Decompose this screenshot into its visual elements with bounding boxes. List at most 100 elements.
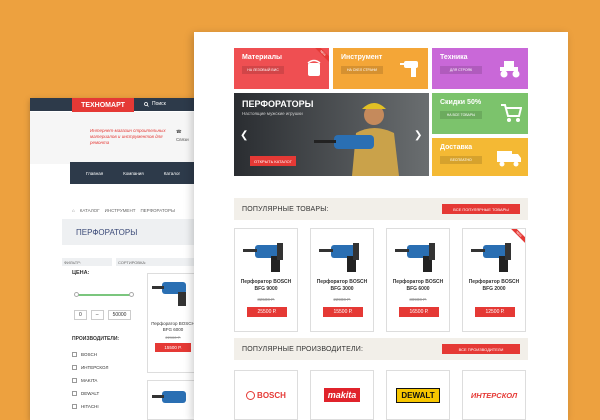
brand-makita[interactable]: makita — [310, 370, 374, 420]
manufacturer-label: MAKITA — [81, 378, 98, 383]
breadcrumb-item[interactable]: ИНСТРУМЕНТ — [105, 208, 136, 213]
all-brands-button[interactable]: ВСЕ ПРОИЗВОДИТЕЛИ — [442, 344, 520, 354]
manufacturer-option[interactable]: HITACHI — [72, 400, 108, 413]
cart-icon — [501, 104, 522, 122]
tile-button[interactable]: ДЛЯ СТРОЯК — [440, 66, 482, 74]
tile-delivery[interactable]: Доставка БЕСПЛАТНО — [432, 138, 528, 176]
nav-item-company[interactable]: Компания — [123, 171, 144, 176]
nav-item-catalog[interactable]: Каталог — [164, 171, 180, 176]
price-from-input[interactable]: 0 — [74, 310, 87, 320]
section-title: ПОПУЛЯРНЫЕ ТОВАРЫ: — [242, 205, 329, 213]
tractor-icon — [500, 61, 520, 78]
search-label: Поиск — [152, 101, 166, 107]
buy-button[interactable]: 12500 Р. — [475, 307, 515, 317]
breadcrumb-item[interactable]: КАТАЛОГ — [80, 208, 100, 213]
product-card[interactable]: Перфоратор BOSCH BFG 2000 12500 Р. NEW — [462, 228, 526, 332]
home-page-mockup: Материалы НА ЛЕЗОВЫЙ ВИС NEW Инструмент … — [194, 32, 568, 420]
drill-icon — [395, 243, 435, 272]
drill-icon — [243, 243, 283, 272]
product-name[interactable]: Перфоратор BOSCH BFG 2000 — [463, 279, 525, 293]
slider-handle-max[interactable] — [129, 292, 134, 297]
main-nav: Главная Компания Каталог — [70, 162, 200, 184]
manufacturer-option[interactable]: BOSCH — [72, 348, 108, 361]
manufacturer-option[interactable]: ИНТЕРСКОЛ — [72, 361, 108, 374]
all-popular-button[interactable]: ВСЕ ПОПУЛЯРНЫЕ ТОВАРЫ — [442, 204, 520, 214]
section-title: ПОПУЛЯРНЫЕ ПРОИЗВОДИТЕЛИ: — [242, 345, 364, 353]
brand-label: makita — [323, 388, 361, 402]
product-card[interactable] — [147, 380, 199, 420]
product-card[interactable]: Перфоратор BOSCH BFG 3000 22900 Р. 15500… — [310, 228, 374, 332]
checkbox[interactable] — [72, 404, 77, 409]
drill-icon — [152, 391, 186, 403]
tile-button[interactable]: НА СКЕЛ СТРАНИ — [341, 66, 383, 74]
catalog-page-mockup: ТЕХНОМАРТ Поиск Интернет-магазин строите… — [30, 98, 200, 420]
drill-icon — [152, 282, 186, 306]
price-range: 0 – 50000 — [74, 310, 132, 320]
tile-button[interactable]: НА ЛЕЗОВЫЙ ВИС — [242, 66, 284, 74]
new-ribbon: NEW — [311, 48, 329, 66]
range-dash: – — [90, 310, 104, 320]
filter-label: ФИЛЬТР: — [62, 258, 112, 266]
open-catalog-button[interactable]: ОТКРЫТЬ КАТАЛОГ — [250, 156, 296, 166]
brand-label: ИНТЕРСКОЛ — [470, 390, 518, 400]
checkbox[interactable] — [72, 391, 77, 396]
tile-button[interactable]: НА ВСЕ ТОВАРЫ — [440, 111, 482, 119]
manufacturer-filter-list: BOSCH ИНТЕРСКОЛ MAKITA DEWALT HITACHI — [72, 348, 108, 413]
contact-link[interactable]: ☎ Связи — [176, 128, 189, 144]
product-name[interactable]: Перфоратор BOSCH BFG 6000 — [387, 279, 449, 293]
brand-label: DEWALT — [396, 387, 440, 403]
nav-item-home[interactable]: Главная — [86, 171, 103, 176]
old-price: 22900 Р. — [165, 335, 181, 340]
breadcrumb-item: ПЕРФОРАТОРЫ — [140, 208, 175, 213]
manufacturer-label: ИНТЕРСКОЛ — [81, 365, 109, 370]
price-to-input[interactable]: 50000 — [107, 310, 132, 320]
home-icon[interactable]: ⌂ — [72, 208, 75, 213]
search-icon — [144, 101, 149, 107]
popular-brands-header: ПОПУЛЯРНЫЕ ПРОИЗВОДИТЕЛИ: ВСЕ ПРОИЗВОДИТ… — [234, 338, 528, 360]
manufacturer-option[interactable]: DEWALT — [72, 387, 108, 400]
manufacturer-label: DEWALT — [81, 391, 100, 396]
hero-title: ПЕРФОРАТОРЫ — [242, 99, 314, 109]
hero-subtitle: Настоящие мужские игрушки — [242, 111, 303, 116]
new-ribbon: NEW — [507, 229, 525, 247]
product-name[interactable]: Перфоратор BOSCH BFG 9000 — [235, 279, 297, 293]
phone-icon: ☎ — [176, 129, 182, 134]
product-card[interactable]: Перфоратор BOSCH BFG 6000 30900 Р. 16500… — [386, 228, 450, 332]
promo-text: Интернет-магазин строительных материалов… — [90, 128, 166, 145]
brand-interskol[interactable]: ИНТЕРСКОЛ — [462, 370, 526, 420]
product-name[interactable]: Перфоратор BOSCH BFG 6000 — [148, 321, 198, 333]
price-slider[interactable] — [74, 292, 134, 297]
brand-dewalt[interactable]: DEWALT — [386, 370, 450, 420]
hero-banner[interactable]: ПЕРФОРАТОРЫ Настоящие мужские игрушки ❮ … — [234, 93, 429, 176]
product-card[interactable]: Перфоратор BOSCH BFG 6000 22900 Р. 15500… — [147, 273, 199, 373]
checkbox[interactable] — [72, 352, 77, 357]
search-link[interactable]: Поиск — [144, 101, 166, 107]
bosch-logo-icon — [246, 390, 256, 400]
product-card[interactable]: Перфоратор BOSCH BFG 9000 32500 Р. 25500… — [234, 228, 298, 332]
drill-icon — [400, 61, 418, 77]
contact-label: Связи — [176, 137, 189, 142]
manufacturer-label: HITACHI — [81, 404, 99, 409]
buy-button[interactable]: 15500 Р. — [155, 343, 191, 352]
manufacturers-label: ПРОИЗВОДИТЕЛИ: — [72, 336, 120, 342]
tile-button[interactable]: БЕСПЛАТНО — [440, 156, 482, 164]
tile-machinery[interactable]: Техника ДЛЯ СТРОЯК — [432, 48, 528, 89]
checkbox[interactable] — [72, 365, 77, 370]
buy-button[interactable]: 16500 Р. — [399, 307, 439, 317]
drill-icon — [319, 243, 359, 272]
tile-discounts[interactable]: Скидки 50% НА ВСЕ ТОВАРЫ — [432, 93, 528, 134]
slider-handle-min[interactable] — [74, 292, 79, 297]
prev-arrow-icon[interactable]: ❮ — [240, 130, 248, 141]
buy-button[interactable]: 15500 Р. — [323, 307, 363, 317]
buy-button[interactable]: 25500 Р. — [247, 307, 287, 317]
product-name[interactable]: Перфоратор BOSCH BFG 3000 — [311, 279, 373, 293]
checkbox[interactable] — [72, 378, 77, 383]
old-price: 30900 Р. — [409, 297, 427, 302]
manufacturer-option[interactable]: MAKITA — [72, 374, 108, 387]
next-arrow-icon[interactable]: ❯ — [414, 130, 422, 141]
tile-materials[interactable]: Материалы НА ЛЕЗОВЫЙ ВИС NEW — [234, 48, 329, 89]
brand-bosch[interactable]: BOSCH — [234, 370, 298, 420]
sort-label[interactable]: СОРТИРОВКА: — [116, 258, 200, 266]
tile-tools[interactable]: Инструмент НА СКЕЛ СТРАНИ — [333, 48, 428, 89]
logo[interactable]: ТЕХНОМАРТ — [72, 98, 134, 112]
